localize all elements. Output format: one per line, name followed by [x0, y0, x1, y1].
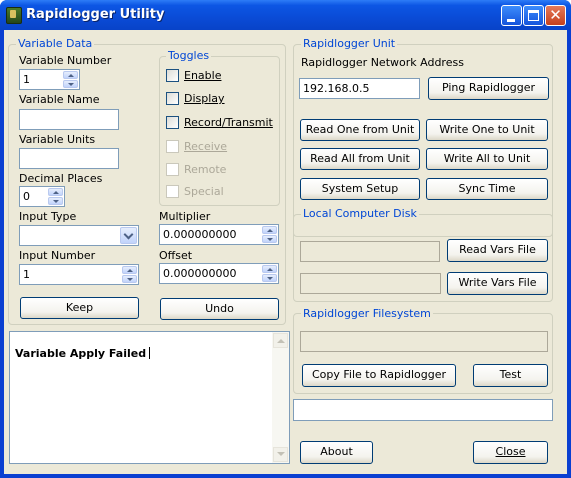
variable-name-label: Variable Name: [19, 93, 100, 106]
input-type-label: Input Type: [19, 210, 77, 223]
network-address-input[interactable]: 192.168.0.5: [299, 78, 420, 99]
remote-checkbox: [166, 163, 179, 176]
client-area: Variable Data Variable Number 1 Variable…: [4, 30, 567, 474]
scroll-up-icon[interactable]: [273, 333, 288, 348]
offset-value: 0.000000000: [163, 267, 237, 280]
log-message-text: Variable Apply Failed: [15, 347, 147, 360]
log-message: Variable Apply Failed: [15, 347, 151, 360]
input-number-spin-buttons[interactable]: [122, 266, 137, 283]
multiplier-spin-buttons[interactable]: [262, 226, 277, 243]
read-vars-button[interactable]: Read Vars File: [447, 239, 548, 262]
multiplier-spinner[interactable]: 0.000000000: [159, 224, 279, 245]
app-icon: [6, 7, 22, 24]
record-transmit-label[interactable]: Record/Transmit: [184, 116, 273, 129]
spin-down-icon[interactable]: [262, 235, 277, 243]
filesystem-path-field: [300, 331, 548, 352]
rapidlogger-filesystem-legend: Rapidlogger Filesystem: [301, 307, 433, 320]
display-checkbox[interactable]: [166, 92, 179, 105]
decimal-places-value: 0: [23, 190, 30, 203]
spin-up-icon[interactable]: [262, 226, 277, 234]
system-setup-button[interactable]: System Setup: [300, 178, 420, 200]
copy-file-button[interactable]: Copy File to Rapidlogger: [302, 364, 456, 387]
test-button[interactable]: Test: [473, 364, 548, 387]
receive-label: Receive: [184, 140, 228, 153]
variable-name-input[interactable]: [19, 109, 119, 130]
spin-up-icon[interactable]: [122, 266, 137, 274]
chevron-down-icon[interactable]: [120, 227, 137, 244]
about-button[interactable]: About: [300, 441, 373, 464]
scroll-down-icon[interactable]: [273, 447, 288, 462]
spin-up-icon[interactable]: [262, 265, 277, 273]
read-all-button[interactable]: Read All from Unit: [300, 148, 420, 170]
spin-up-icon[interactable]: [63, 71, 78, 79]
maximize-icon: [528, 10, 539, 21]
write-one-button[interactable]: Write One to Unit: [426, 119, 548, 141]
write-vars-path-field: [300, 273, 441, 294]
write-vars-button[interactable]: Write Vars File: [447, 272, 548, 295]
minimize-button[interactable]: [501, 5, 522, 26]
variable-number-label: Variable Number: [19, 54, 112, 67]
offset-spin-buttons[interactable]: [262, 265, 277, 282]
variable-number-value: 1: [23, 73, 30, 86]
minimize-icon: [507, 19, 515, 22]
input-number-spinner[interactable]: 1: [19, 264, 139, 285]
sync-time-button[interactable]: Sync Time: [426, 178, 548, 200]
variable-number-spin-buttons[interactable]: [63, 71, 78, 88]
ping-button[interactable]: Ping Rapidlogger: [428, 77, 549, 100]
keep-button[interactable]: Keep: [20, 297, 139, 319]
read-one-button[interactable]: Read One from Unit: [300, 119, 420, 141]
network-address-label: Rapidlogger Network Address: [301, 56, 464, 69]
maximize-button[interactable]: [523, 5, 544, 26]
write-all-button[interactable]: Write All to Unit: [426, 148, 548, 170]
spin-down-icon[interactable]: [48, 197, 63, 205]
multiplier-label: Multiplier: [159, 210, 211, 223]
rapidlogger-unit-legend: Rapidlogger Unit: [301, 37, 398, 50]
remote-label: Remote: [184, 163, 227, 176]
read-vars-path-field: [300, 241, 440, 262]
text-caret: [149, 347, 151, 359]
offset-label: Offset: [159, 249, 193, 262]
close-window-button[interactable]: ✕: [545, 5, 566, 26]
variable-units-label: Variable Units: [19, 133, 96, 146]
offset-spinner[interactable]: 0.000000000: [159, 263, 279, 284]
message-log[interactable]: Variable Apply Failed: [9, 331, 290, 464]
close-icon: ✕: [549, 6, 562, 24]
window-title: Rapidlogger Utility: [26, 7, 165, 22]
local-disk-legend: Local Computer Disk: [301, 207, 419, 220]
variable-number-spinner[interactable]: 1: [19, 69, 80, 90]
decimal-places-label: Decimal Places: [19, 172, 103, 185]
log-scrollbar[interactable]: [272, 332, 289, 463]
variable-data-legend: Variable Data: [16, 37, 95, 50]
title-bar[interactable]: Rapidlogger Utility ✕: [0, 0, 571, 30]
enable-checkbox[interactable]: [166, 69, 179, 82]
input-number-value: 1: [23, 268, 30, 281]
spin-down-icon[interactable]: [262, 274, 277, 282]
variable-units-input[interactable]: [19, 148, 119, 169]
decimal-places-spin-buttons[interactable]: [48, 188, 63, 205]
undo-button[interactable]: Undo: [160, 298, 279, 320]
spin-down-icon[interactable]: [63, 80, 78, 88]
multiplier-value: 0.000000000: [163, 228, 237, 241]
display-label[interactable]: Display: [184, 92, 225, 105]
enable-label[interactable]: Enable: [184, 69, 221, 82]
spin-down-icon[interactable]: [122, 275, 137, 283]
input-number-label: Input Number: [19, 249, 96, 262]
receive-checkbox: [166, 140, 179, 153]
special-checkbox: [166, 185, 179, 198]
close-button[interactable]: Close: [473, 441, 548, 464]
record-transmit-checkbox[interactable]: [166, 116, 179, 129]
input-type-select[interactable]: [19, 225, 139, 246]
decimal-places-spinner[interactable]: 0: [19, 186, 65, 207]
toggles-legend: Toggles: [166, 49, 212, 62]
status-field[interactable]: [293, 399, 553, 421]
spin-up-icon[interactable]: [48, 188, 63, 196]
special-label: Special: [184, 185, 224, 198]
